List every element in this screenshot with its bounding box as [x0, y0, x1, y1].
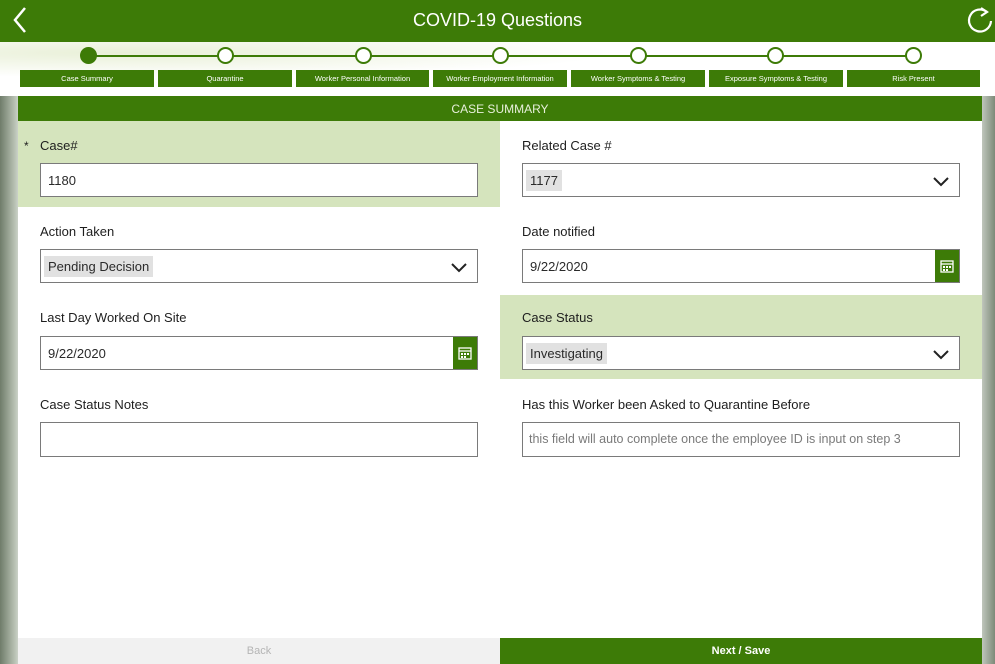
case-status-label: Case Status [522, 310, 593, 325]
case-number-label: Case# [40, 138, 78, 153]
section-title: CASE SUMMARY [18, 96, 982, 121]
case-number-input[interactable]: 1180 [40, 163, 478, 197]
action-taken-label: Action Taken [40, 224, 115, 239]
action-taken-dropdown[interactable]: Pending Decision [40, 249, 478, 283]
tab-case-summary[interactable]: Case Summary [20, 70, 154, 87]
next-save-button[interactable]: Next / Save [500, 638, 982, 664]
refresh-icon[interactable] [965, 4, 995, 36]
step-dot-exposure-symptoms[interactable] [767, 47, 784, 64]
last-day-worked-label: Last Day Worked On Site [40, 310, 187, 325]
date-notified-input[interactable]: 9/22/2020 [522, 249, 960, 283]
tab-worker-symptoms-testing[interactable]: Worker Symptoms & Testing [571, 70, 705, 87]
required-marker: * [24, 139, 29, 153]
step-dot-worker-symptoms[interactable] [630, 47, 647, 64]
case-number-value: 1180 [48, 173, 76, 188]
tab-worker-employment-information[interactable]: Worker Employment Information [433, 70, 567, 87]
case-status-value: Investigating [526, 343, 607, 364]
case-status-notes-input[interactable] [40, 422, 478, 457]
step-dot-worker-employment[interactable] [492, 47, 509, 64]
last-day-worked-input[interactable]: 9/22/2020 [40, 336, 478, 370]
chevron-down-icon [933, 350, 949, 360]
step-dot-case-summary[interactable] [80, 47, 97, 64]
last-day-worked-value: 9/22/2020 [48, 346, 106, 361]
case-status-notes-label: Case Status Notes [40, 397, 149, 412]
case-status-dropdown[interactable]: Investigating [522, 336, 960, 370]
calendar-icon[interactable] [935, 250, 959, 282]
tab-quarantine[interactable]: Quarantine [158, 70, 292, 87]
back-button[interactable]: Back [18, 638, 500, 664]
calendar-icon[interactable] [453, 337, 477, 369]
asked-to-quarantine-label: Has this Worker been Asked to Quarantine… [522, 397, 811, 412]
date-notified-label: Date notified [522, 224, 595, 239]
chevron-down-icon [933, 177, 949, 187]
action-taken-value: Pending Decision [44, 256, 154, 277]
tab-exposure-symptoms-testing[interactable]: Exposure Symptoms & Testing [709, 70, 843, 87]
tab-worker-personal-information[interactable]: Worker Personal Information [296, 70, 429, 87]
asked-to-quarantine-field[interactable]: this field will auto complete once the e… [522, 422, 960, 457]
chevron-down-icon [451, 263, 467, 273]
step-dot-worker-personal[interactable] [355, 47, 372, 64]
related-case-value: 1177 [526, 170, 562, 191]
page-title: COVID-19 Questions [412, 10, 583, 30]
case-status-notes-value [44, 429, 52, 435]
app-header: COVID-19 Questions [0, 0, 995, 42]
step-dot-risk-present[interactable] [905, 47, 922, 64]
step-dot-quarantine[interactable] [217, 47, 234, 64]
asked-to-quarantine-placeholder: this field will auto complete once the e… [529, 432, 901, 446]
related-case-label: Related Case # [522, 138, 612, 153]
date-notified-value: 9/22/2020 [530, 259, 588, 274]
related-case-dropdown[interactable]: 1177 [522, 163, 960, 197]
tab-risk-present[interactable]: Risk Present [847, 70, 980, 87]
